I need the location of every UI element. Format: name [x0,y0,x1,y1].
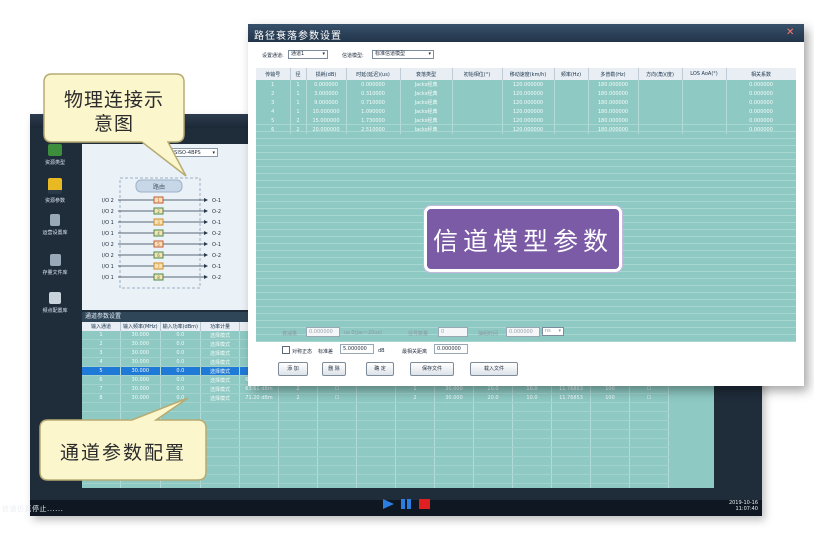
channel-config-callout-text: 通道参数配置 [59,442,186,464]
physical-callout-text: 物理连接示意图 [63,89,164,135]
channel-model-label: 信道模型参数 [424,206,622,272]
annotation-layer [39,73,207,481]
